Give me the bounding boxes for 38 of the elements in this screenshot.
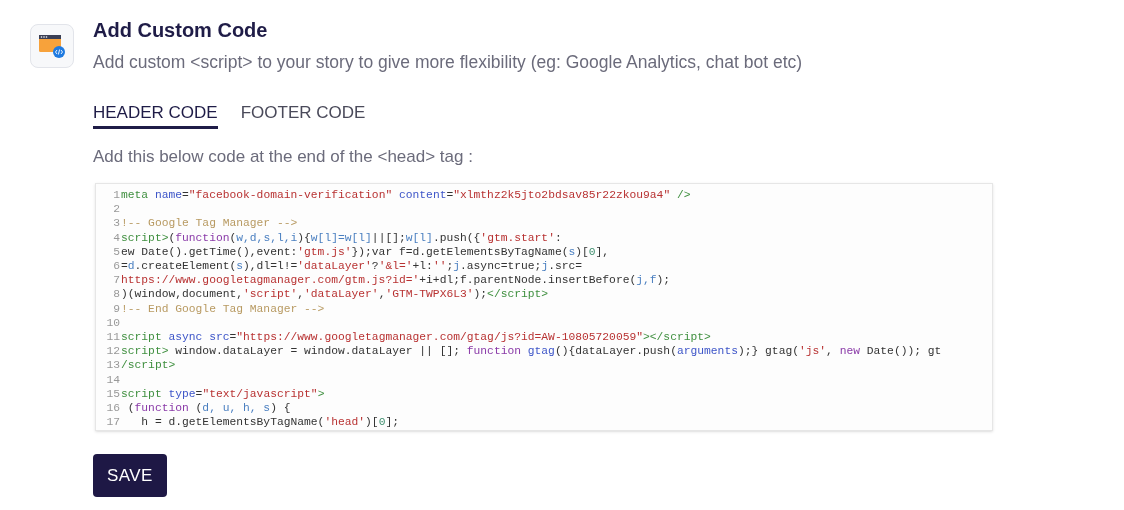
line-number: 2 xyxy=(112,202,121,217)
line-number: 15 xyxy=(105,386,121,402)
instruction-text: Add this below code at the end of the <head> tag : xyxy=(93,146,474,168)
code-line: script async src="https://www.googletagmanager.com/gtag/js?id=AW-10805720059"></script> xyxy=(121,330,711,345)
tab[interactable]: FOOTER CODE xyxy=(240,102,366,129)
code-line: ew Date().getTime(),event:'gtm.js'});var f=d.getElementsByTagName(s)[0], xyxy=(121,244,610,259)
line-number: 3 xyxy=(112,216,121,231)
code-line: )(window,document,'script','dataLayer','GTM-TWPX6L3');</script> xyxy=(121,287,549,302)
line-number: 7 xyxy=(112,273,121,288)
line-number: 11 xyxy=(105,330,121,345)
line-number: 1 xyxy=(112,188,121,203)
code-line: /script> xyxy=(121,358,176,373)
line-number: 13 xyxy=(105,358,121,373)
code-line: meta name="facebook-domain-verification" content="xlmthz2k5jto2bdsav85r22zkou9a4" /> xyxy=(121,188,691,203)
line-number: 14 xyxy=(105,372,121,387)
line-number: 6 xyxy=(112,259,121,274)
line-number: 17 xyxy=(105,415,121,430)
code-line: h = d.getElementsByTagName('head')[0]; xyxy=(140,415,399,430)
save-button[interactable]: SAVE xyxy=(93,454,167,497)
code-line: script type="text/javascript"> xyxy=(121,386,325,402)
section-description: Add custom <script> to your story to give more flexibility (eg: Google Analytics, chat bot etc) xyxy=(93,51,804,74)
line-number: 16 xyxy=(105,401,121,416)
line-number: 5 xyxy=(112,244,121,259)
code-line: =d.createElement(s),dl=l!='dataLayer'?'&l='+l:'';j.async=true;j.src= xyxy=(121,259,583,274)
section-title: Add Custom Code xyxy=(93,18,269,43)
code-line: (function (d, u, h, s) { xyxy=(126,401,291,416)
line-number: 9 xyxy=(112,301,121,316)
code-line: !-- Google Tag Manager --> xyxy=(121,216,298,231)
code-line: https://www.googletagmanager.com/gtm.js?id='+i+dl;f.parentNode.insertBefore(j,f); xyxy=(121,273,671,288)
line-number: 8 xyxy=(112,287,121,302)
line-number: 10 xyxy=(105,315,121,331)
tab[interactable]: HEADER CODE xyxy=(93,102,218,129)
code-line: script> window.dataLayer = window.dataLayer || []; function gtag(){dataLayer.push(arguments);} gtag('js', new Date()); gt xyxy=(121,344,942,359)
line-number: 12 xyxy=(105,344,121,359)
code-window-icon xyxy=(30,24,74,68)
line-number: 4 xyxy=(112,230,121,245)
code-line: script>(function(w,d,s,l,i){w[l]=w[l]||[];w[l].push({'gtm.start': xyxy=(121,230,562,245)
code-line: !-- End Google Tag Manager --> xyxy=(121,301,325,316)
